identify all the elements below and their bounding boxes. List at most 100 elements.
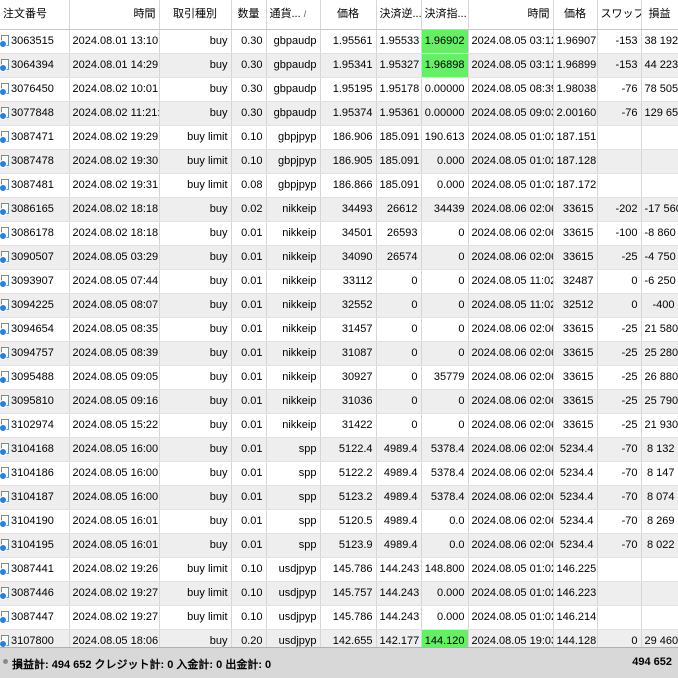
table-row[interactable]: 3104186 2024.08.05 16:00:55buy0.01spp5122…: [0, 461, 678, 486]
cell-ticket: 3102974: [0, 413, 70, 438]
cell-symbol: nikkeip: [266, 413, 321, 438]
cell-close-time: 2024.08.06 02:06:55: [468, 533, 554, 558]
cell-tp: 35779: [421, 365, 469, 390]
header-profit[interactable]: 損益: [641, 0, 678, 30]
cell-open-time: 2024.08.05 03:29:17: [69, 245, 160, 270]
table-row[interactable]: 3104190 2024.08.05 16:01:15buy0.01spp5120…: [0, 509, 678, 534]
header-close-time[interactable]: 時間: [468, 0, 554, 30]
cell-type: buy: [159, 509, 232, 534]
cell-volume: 0.01: [231, 461, 267, 486]
table-row[interactable]: 3063515 2024.08.01 13:10:10buy0.30gbpaudp…: [0, 29, 678, 54]
header-price[interactable]: 価格: [320, 0, 377, 30]
table-row[interactable]: 3104168 2024.08.05 16:00:17buy0.01spp5122…: [0, 437, 678, 462]
table-row[interactable]: 3093907 2024.08.05 07:44:55buy0.01nikkeip…: [0, 269, 678, 294]
header-ticket[interactable]: 注文番号: [0, 0, 70, 30]
summary-text: 損益計: 494 652 クレジット計: 0 入金計: 0 出金計: 0: [12, 659, 272, 671]
header-type[interactable]: 取引種別: [159, 0, 232, 30]
cell-volume: 0.01: [231, 365, 267, 390]
table-row[interactable]: 3104195 2024.08.05 16:01:35buy0.01spp5123…: [0, 533, 678, 558]
cell-open-time: 2024.08.05 08:39:02: [69, 341, 160, 366]
cell-swap: -153: [597, 53, 642, 78]
table-row[interactable]: 3087481 2024.08.02 19:31:02buy limit0.08g…: [0, 173, 678, 198]
table-row[interactable]: 3087441 2024.08.02 19:26:42buy limit0.10u…: [0, 557, 678, 582]
table-row[interactable]: 3077848 2024.08.02 11:21:46buy0.30gbpaudp…: [0, 101, 678, 126]
cell-volume: 0.30: [231, 101, 267, 126]
cell-price: 33112: [320, 269, 377, 294]
header-volume[interactable]: 数量: [231, 0, 267, 30]
table-row[interactable]: 3095488 2024.08.05 09:05:18buy0.01nikkeip…: [0, 365, 678, 390]
cell-ticket: 3104168: [0, 437, 70, 462]
table-row[interactable]: 3090507 2024.08.05 03:29:17buy0.01nikkeip…: [0, 245, 678, 270]
order-icon: [0, 34, 9, 48]
cell-price: 186.905: [320, 149, 377, 174]
cell-price: 32552: [320, 293, 377, 318]
table-body: 30635152024.08.01 13:10:10buy0.30gbpaudp…: [0, 29, 678, 678]
table-row[interactable]: 3086165 2024.08.02 18:18:03buy0.02nikkeip…: [0, 197, 678, 222]
cell-close-price: 5234.4: [553, 437, 598, 462]
cell-profit: 8 269: [641, 509, 678, 534]
trade-history-table: 注文番号 時間 取引種別 数量 通貨... / 価格 決済逆... 決済指...…: [0, 0, 678, 678]
cell-volume: 0.01: [231, 221, 267, 246]
header-tp[interactable]: 決済指...: [421, 0, 469, 30]
cell-symbol: nikkeip: [266, 221, 321, 246]
cell-profit: 8 074: [641, 485, 678, 510]
table-row[interactable]: 3094654 2024.08.05 08:35:56buy0.01nikkeip…: [0, 317, 678, 342]
table-row[interactable]: 3102974 2024.08.05 15:22:32buy0.01nikkeip…: [0, 413, 678, 438]
cell-price: 1.95561: [320, 29, 377, 54]
cell-sl: 0: [376, 269, 422, 294]
cell-profit: -17 560: [641, 197, 678, 222]
cell-volume: 0.01: [231, 389, 267, 414]
cell-symbol: gbpaudp: [266, 77, 321, 102]
cell-profit: -400: [641, 293, 678, 318]
cell-open-time: 2024.08.02 19:31:02: [69, 173, 160, 198]
cell-ticket: 3077848: [0, 101, 70, 126]
ticket-number: 3093907: [11, 274, 54, 287]
cell-symbol: gbpaudp: [266, 101, 321, 126]
ticket-number: 3094225: [11, 298, 54, 311]
cell-symbol: nikkeip: [266, 389, 321, 414]
cell-price: 145.757: [320, 581, 377, 606]
cell-tp: 0: [421, 293, 469, 318]
cell-close-time: 2024.08.05 08:39:50: [468, 77, 554, 102]
table-row[interactable]: 3087471 2024.08.02 19:29:35buy limit0.10g…: [0, 125, 678, 150]
cell-price: 5123.2: [320, 485, 377, 510]
table-row[interactable]: 3094757 2024.08.05 08:39:02buy0.01nikkeip…: [0, 341, 678, 366]
cell-volume: 0.30: [231, 53, 267, 78]
cell-sl: 185.091: [376, 125, 422, 150]
table-row[interactable]: 3076450 2024.08.02 10:01:17buy0.30gbpaudp…: [0, 77, 678, 102]
ticket-number: 3087447: [11, 610, 54, 623]
table-row[interactable]: 3064394 2024.08.01 14:29:44buy0.30gbpaudp…: [0, 53, 678, 78]
cell-type: buy: [159, 389, 232, 414]
table-row[interactable]: 3087447 2024.08.02 19:27:37buy limit0.10u…: [0, 605, 678, 630]
cell-close-price: 1.96899: [553, 53, 598, 78]
cell-tp: 0.00000: [421, 101, 469, 126]
header-symbol[interactable]: 通貨... /: [266, 0, 321, 30]
order-icon: [0, 250, 9, 264]
table-row[interactable]: 3095810 2024.08.05 09:16:32buy0.01nikkeip…: [0, 389, 678, 414]
cell-symbol: gbpjpyp: [266, 125, 321, 150]
table-row[interactable]: 3087446 2024.08.02 19:27:32buy limit0.10u…: [0, 581, 678, 606]
cell-ticket: 3064394: [0, 53, 70, 78]
header-open-time[interactable]: 時間: [69, 0, 160, 30]
cell-profit: [641, 605, 678, 630]
table-row[interactable]: 3086178 2024.08.02 18:18:35buy0.01nikkeip…: [0, 221, 678, 246]
cell-open-time: 2024.08.05 09:05:18: [69, 365, 160, 390]
header-sl[interactable]: 決済逆...: [376, 0, 422, 30]
cell-ticket: 3086165: [0, 197, 70, 222]
table-row[interactable]: 3094225 2024.08.05 08:07:21buy0.01nikkeip…: [0, 293, 678, 318]
cell-ticket: 3104190: [0, 509, 70, 534]
header-close-price[interactable]: 価格: [553, 0, 598, 30]
cell-tp: 5378.4: [421, 461, 469, 486]
cell-profit: [641, 149, 678, 174]
ticket-number: 3087481: [11, 178, 54, 191]
cell-type: buy limit: [159, 125, 232, 150]
cell-profit: 8 147: [641, 461, 678, 486]
cell-tp: 34439: [421, 197, 469, 222]
cell-close-price: 32487: [553, 269, 598, 294]
header-swap[interactable]: スワップ: [597, 0, 642, 30]
table-row[interactable]: 3104187 2024.08.05 16:00:57buy0.01spp5123…: [0, 485, 678, 510]
cell-profit: 25 790: [641, 389, 678, 414]
table-row[interactable]: 3087478 2024.08.02 19:30:49buy limit0.10g…: [0, 149, 678, 174]
ticket-number: 3104195: [11, 538, 54, 551]
order-icon: [0, 442, 9, 456]
